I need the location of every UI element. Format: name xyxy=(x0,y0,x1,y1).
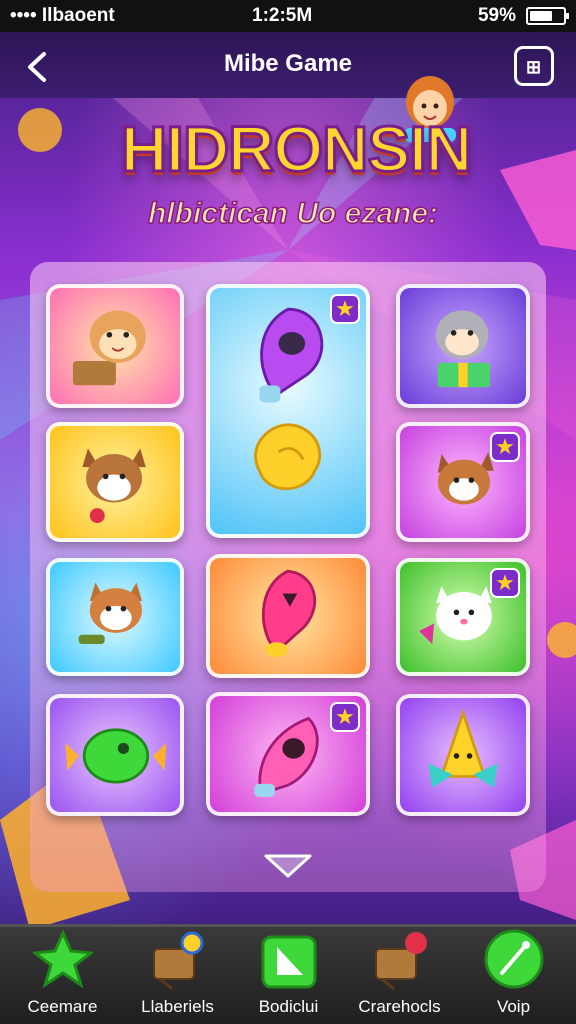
candy-icon xyxy=(65,728,167,784)
tile-hamster-money[interactable] xyxy=(46,284,184,408)
game-logo-subtitle: hlbictican Uo ezane: xyxy=(147,196,439,231)
star-icon xyxy=(33,929,93,989)
battery-icon xyxy=(526,7,569,25)
carrier-text: •••• Ilbaoent xyxy=(10,5,115,26)
star-icon xyxy=(428,708,498,788)
star-badge: ★ xyxy=(490,568,520,598)
nav-label: Bodiclui xyxy=(258,997,319,1016)
tile-yellow-star[interactable] xyxy=(396,694,530,816)
app-screen: •••• Ilbaoent 1:2:5M 59% Mibe Game ⊞ HID… xyxy=(0,0,576,1024)
nav-label: Llaberiels xyxy=(141,997,214,1016)
bottom-nav: Ceemare Llaberiels Bodiclui Crarehocls V… xyxy=(0,924,576,1024)
battery-percent: 59% xyxy=(477,5,516,26)
tile-white-cat[interactable]: ★ xyxy=(396,558,530,676)
game-logo-title: HIDRONSIN xyxy=(119,112,473,187)
top-bar: Mibe Game ⊞ xyxy=(0,32,576,98)
tile-raccoon-box[interactable] xyxy=(396,284,530,408)
nav-item-ceemare[interactable]: Ceemare xyxy=(5,927,120,1024)
tile-fox-orange[interactable] xyxy=(46,422,184,542)
nav-item-crarehocls[interactable]: Crarehocls xyxy=(342,927,457,1024)
tile-green-candy[interactable] xyxy=(46,694,184,816)
grid-icon[interactable]: ⊞ xyxy=(514,46,554,86)
nav-label: Ceemare xyxy=(27,997,98,1016)
chart-icon xyxy=(375,932,427,991)
status-bar: •••• Ilbaoent 1:2:5M 59% xyxy=(0,0,576,32)
balloon-icon xyxy=(254,307,324,491)
nav-label: Voip xyxy=(496,997,531,1016)
edit-icon xyxy=(484,929,544,989)
nav-item-bodiclui[interactable]: Bodiclui xyxy=(231,927,346,1024)
fox-icon xyxy=(82,448,146,524)
tile-pink-ship[interactable]: ★ xyxy=(206,692,370,816)
podium-icon xyxy=(153,931,204,991)
star-badge: ★ xyxy=(330,702,360,732)
nav-label: Crarehocls xyxy=(358,997,441,1016)
tile-fox-purple[interactable]: ★ xyxy=(396,422,530,542)
status-time: 1:2:5M xyxy=(252,5,313,26)
card-icon xyxy=(261,935,317,989)
scroll-down-arrow-icon[interactable] xyxy=(262,852,314,880)
nav-item-llaberiels[interactable]: Llaberiels xyxy=(120,927,235,1024)
balloon-icon xyxy=(261,569,317,658)
tile-fox-blue[interactable] xyxy=(46,558,184,676)
fox-icon xyxy=(78,582,143,645)
page-title: Mibe Game xyxy=(223,50,353,77)
nav-item-voip[interactable]: Voip xyxy=(456,927,571,1024)
star-badge: ★ xyxy=(490,432,520,462)
hamster-icon xyxy=(72,310,146,386)
star-badge: ★ xyxy=(330,294,360,324)
tile-pink-balloon[interactable] xyxy=(206,554,370,678)
raccoon-icon xyxy=(435,310,491,388)
tile-featured-balloon[interactable]: ★ xyxy=(206,284,370,538)
